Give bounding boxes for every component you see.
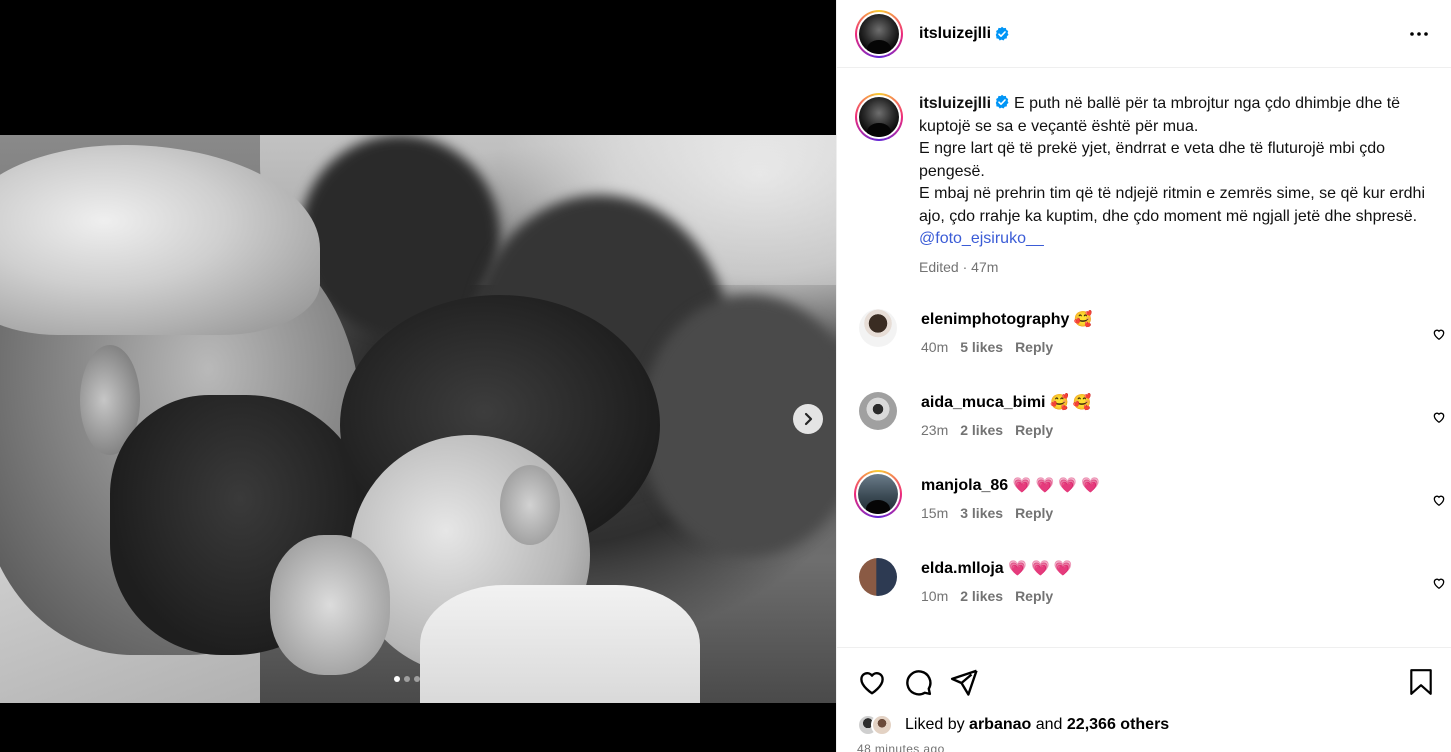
post-photo (0, 135, 836, 703)
caption-username[interactable]: itsluizejlli (919, 95, 991, 112)
next-photo-button[interactable] (793, 404, 823, 434)
caption-line: E puth në ballë për ta mbrojtur nga çdo … (919, 95, 1401, 135)
caption-author-avatar[interactable] (855, 93, 903, 141)
post-actions-section: Liked by arbanao and 22,366 others 48 mi… (837, 647, 1451, 752)
commenter-username[interactable]: elda.mlloja (921, 560, 1004, 577)
comment-time: 40m (921, 338, 949, 355)
comment-likes-link[interactable]: 2 likes (960, 588, 1003, 604)
commenter-avatar[interactable] (854, 469, 902, 518)
caption-line: E ngre lart që të prekë yjet, ëndrrat e … (919, 140, 1386, 180)
comment-item: elda.mlloja 💗 💗 💗 10m 2 likes Reply (837, 557, 1451, 641)
bookmark-icon[interactable] (1408, 668, 1434, 696)
comment-heart-icon[interactable] (1432, 576, 1446, 590)
comment-heart-icon[interactable] (1432, 327, 1446, 341)
post-caption: itsluizejlli E puth në ballë për ta mbro… (837, 69, 1451, 275)
more-options-icon[interactable] (1407, 22, 1431, 46)
comments-scroll-area[interactable]: itsluizejlli E puth në ballë për ta mbro… (837, 69, 1451, 647)
edited-label: Edited (919, 258, 959, 275)
caption-mention-link[interactable]: @foto_ejsiruko__ (919, 230, 1044, 247)
liked-by-avatars (857, 714, 903, 736)
caption-text: itsluizejlli E puth në ballë për ta mbro… (919, 93, 1449, 251)
comment-time: 23m (921, 421, 949, 438)
carousel-dot (414, 676, 420, 682)
comment-text: 💗 💗 💗 💗 (1012, 476, 1100, 494)
comment-heart-icon[interactable] (1432, 493, 1446, 507)
liked-by-and: and (1035, 716, 1063, 733)
comment-heart-icon[interactable] (1432, 410, 1446, 424)
caption-meta: Edited · 47m (919, 258, 999, 275)
comment-likes-link[interactable]: 3 likes (960, 505, 1003, 521)
action-buttons (837, 648, 1451, 716)
liked-by-others-link[interactable]: 22,366 others (1067, 716, 1169, 734)
comment-likes-link[interactable]: 2 likes (960, 422, 1003, 438)
carousel-dot (394, 676, 400, 682)
commenter-username[interactable]: elenimphotography (921, 311, 1069, 328)
comment-item: aida_muca_bimi 🥰 🥰 23m 2 likes Reply (837, 391, 1451, 475)
carousel-dot (404, 676, 410, 682)
share-icon[interactable] (949, 667, 979, 697)
post-time-ago: 48 minutes ago (857, 742, 945, 752)
reply-button[interactable]: Reply (1015, 422, 1053, 438)
comment-text: 🥰 (1073, 310, 1093, 328)
author-username[interactable]: itsluizejlli (919, 25, 991, 43)
comment-text: 🥰 🥰 (1049, 393, 1092, 411)
post-time: 47m (971, 258, 999, 275)
commenter-avatar[interactable] (859, 391, 897, 430)
liked-by-prefix: Liked by (905, 716, 965, 733)
caption-line: E mbaj në prehrin tim që të ndjejë ritmi… (919, 185, 1425, 225)
heart-icon[interactable] (857, 667, 887, 697)
reply-button[interactable]: Reply (1015, 505, 1053, 521)
verified-badge-icon (995, 94, 1009, 109)
commenter-avatar[interactable] (859, 557, 897, 596)
chevron-right-icon (804, 412, 813, 426)
verified-badge-icon (995, 26, 1009, 40)
likes-summary: Liked by arbanao and 22,366 others (837, 714, 1451, 736)
commenter-username[interactable]: aida_muca_bimi (921, 394, 1046, 411)
comment-icon[interactable] (903, 667, 933, 697)
comment-time: 15m (921, 504, 949, 521)
liked-by-user-link[interactable]: arbanao (969, 716, 1031, 734)
comment-text: 💗 💗 💗 (1008, 559, 1073, 577)
commenter-username[interactable]: manjola_86 (921, 477, 1008, 494)
comment-time: 10m (921, 587, 949, 604)
post-header: itsluizejlli (837, 0, 1451, 68)
comment-item: elenimphotography 🥰 40m 5 likes Reply (837, 308, 1451, 392)
post-side-panel: itsluizejlli itsluizejlli E puth në ball… (836, 0, 1451, 752)
reply-button[interactable]: Reply (1015, 588, 1053, 604)
post-media (0, 0, 836, 752)
author-avatar[interactable] (855, 9, 903, 58)
carousel-indicator (394, 676, 420, 682)
commenter-avatar[interactable] (859, 308, 897, 347)
comment-item: manjola_86 💗 💗 💗 💗 15m 3 likes Reply (837, 469, 1451, 558)
reply-button[interactable]: Reply (1015, 339, 1053, 355)
comment-likes-link[interactable]: 5 likes (960, 339, 1003, 355)
